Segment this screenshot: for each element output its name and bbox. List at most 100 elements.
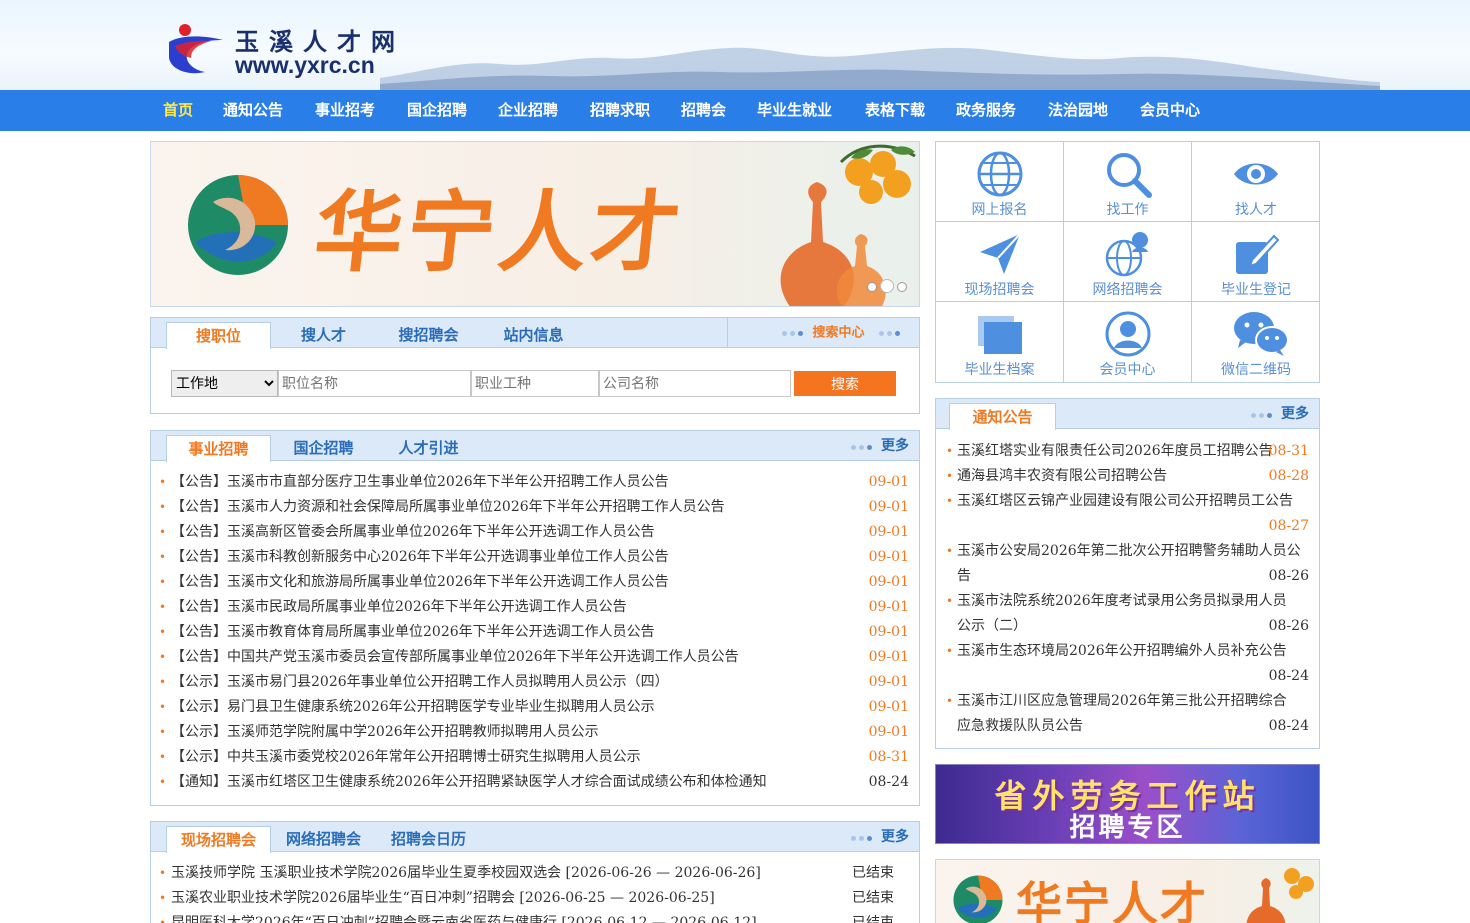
quick-label: 毕业生档案 <box>964 362 1035 378</box>
nav-gov-services[interactable]: 政务服务 <box>956 90 1016 131</box>
notice-item[interactable]: • 玉溪市法院系统2026年度考试录用公务员拟录用人员公示（二） 08-26 <box>946 589 1309 639</box>
tab-search-site[interactable]: 站内信息 <box>481 322 586 348</box>
tab-search-fairs[interactable]: 搜招聘会 <box>376 322 481 348</box>
quick-member-center[interactable]: 会员中心 <box>1064 302 1192 382</box>
quick-find-job[interactable]: 找工作 <box>1064 142 1192 222</box>
carousel-dot-active[interactable] <box>881 280 893 292</box>
quick-graduate-register[interactable]: 毕业生登记 <box>1192 222 1320 302</box>
nav-public-exams[interactable]: 事业招考 <box>315 90 375 131</box>
list-item[interactable]: • 【公告】玉溪高新区管委会所属事业单位2026年下半年公开选调工作人员公告 09-… <box>159 520 909 545</box>
search-center-label: 搜索中心 <box>812 325 865 341</box>
tab-onsite-fairs[interactable]: 现场招聘会 <box>166 826 271 853</box>
list-item[interactable]: • 【公告】玉溪市科教创新服务中心2026年下半年公开选调事业单位工作人员公告 09… <box>159 545 909 570</box>
tab-fair-calendar[interactable]: 招聘会日历 <box>376 826 481 852</box>
notice-item[interactable]: • 玉溪市生态环境局2026年公开招聘编外人员补充公告 08-24 <box>946 639 1309 689</box>
list-item[interactable]: • 【公示】玉溪市易门县2026年事业单位公开招聘工作人员拟聘用人员公示（四） 09… <box>159 670 909 695</box>
search-center-link[interactable]: 搜索中心 <box>782 318 909 348</box>
quick-onsite-fair[interactable]: 现场招聘会 <box>936 222 1064 302</box>
list-item[interactable]: • 【公告】中国共产党玉溪市委员会宣传部所属事业单位2026年下半年公开选调工作人… <box>159 645 909 670</box>
quick-label: 会员中心 <box>1099 362 1156 378</box>
tab-online-fairs[interactable]: 网络招聘会 <box>271 826 376 852</box>
fair-more-link[interactable]: 更多 <box>851 822 909 852</box>
dots-decoration <box>1251 399 1275 429</box>
list-item[interactable]: • 【公告】玉溪市人力资源和社会保障局所属事业单位2026年下半年公开招聘工作人员… <box>159 495 909 520</box>
list-item[interactable]: • 【公告】玉溪市民政局所属事业单位2026年下半年公开选调工作人员公告 09-01 <box>159 595 909 620</box>
tab-public-recruit[interactable]: 事业招聘 <box>166 435 271 462</box>
tab-search-talent[interactable]: 搜人才 <box>271 322 376 348</box>
nav-home[interactable]: 首页 <box>163 90 193 131</box>
item-title: 【公示】中共玉溪市委党校2026年常年公开招聘博士研究生拟聘用人员公示 <box>171 749 641 765</box>
item-title: 【公告】中国共产党玉溪市委员会宣传部所属事业单位2026年下半年公开选调工作人员… <box>171 649 739 665</box>
item-date: 09-01 <box>868 599 909 615</box>
list-item[interactable]: • 【公告】玉溪市市直部分医疗卫生事业单位2026年下半年公开招聘工作人员公告 09… <box>159 470 909 495</box>
bullet-icon: • <box>946 544 954 558</box>
nav-job-fairs[interactable]: 招聘会 <box>681 90 726 131</box>
job-name-input[interactable] <box>278 370 471 397</box>
notice-item[interactable]: • 玉溪市江川区应急管理局2026年第三批公开招聘综合应急救援队队员公告 08-24 <box>946 689 1309 739</box>
list-item[interactable]: • 玉溪农业职业技术学院2026届毕业生“百日冲刺”招聘会 [2026-06-25… <box>159 886 909 911</box>
recruit-more-link[interactable]: 更多 <box>851 431 909 461</box>
list-item[interactable]: • 【公示】中共玉溪市委党校2026年常年公开招聘博士研究生拟聘用人员公示 08-3… <box>159 745 909 770</box>
wechat-icon <box>1234 312 1289 356</box>
carousel-dot[interactable] <box>867 282 877 292</box>
notice-item[interactable]: • 通海县鸿丰农资有限公司招聘公告 08-28 <box>946 464 1309 489</box>
item-status: 已结束 <box>852 890 894 906</box>
dots-decoration <box>879 318 903 348</box>
notice-item[interactable]: • 玉溪市公安局2026年第二批次公开招聘警务辅助人员公告 08-26 <box>946 539 1309 589</box>
bullet-icon: • <box>159 600 167 614</box>
list-item[interactable]: • 【公告】玉溪市教育体育局所属事业单位2026年下半年公开选调工作人员公告 09-… <box>159 620 909 645</box>
nav-legal[interactable]: 法治园地 <box>1048 90 1108 131</box>
list-item[interactable]: • 【公示】易门县卫生健康系统2026年公开招聘医学专业毕业生拟聘用人员公示 09-… <box>159 695 909 720</box>
list-item[interactable]: • 昆明医科大学2026年“百日冲刺”招聘会暨云南省医药与健康行 [2026-06… <box>159 911 909 923</box>
recruit-tabs: 事业招聘 国企招聘 人才引进 更多 <box>151 431 919 462</box>
list-item[interactable]: • 玉溪技师学院 玉溪职业技术学院2026届毕业生夏季校园双选会 [2026-06… <box>159 861 909 886</box>
bullet-icon: • <box>159 625 167 639</box>
hero-banner[interactable]: 华宁人才 <box>150 141 920 307</box>
item-date: 09-01 <box>868 574 909 590</box>
bullet-icon: • <box>946 469 954 483</box>
nav-graduate-jobs[interactable]: 毕业生就业 <box>757 90 832 131</box>
item-title: 【公告】玉溪市科教创新服务中心2026年下半年公开选调事业单位工作人员公告 <box>171 549 669 565</box>
tab-soe-recruit[interactable]: 国企招聘 <box>271 435 376 461</box>
location-select[interactable]: 工作地 <box>171 370 278 397</box>
dots-decoration <box>851 822 875 852</box>
tab-search-jobs[interactable]: 搜职位 <box>166 322 271 349</box>
banner-title: 华宁人才 <box>309 181 689 284</box>
carousel-dot[interactable] <box>897 282 907 292</box>
bullet-icon: • <box>159 916 167 923</box>
notice-item[interactable]: • 玉溪红塔实业有限责任公司2026年度员工招聘公告 08-31 <box>946 439 1309 464</box>
company-name-input[interactable] <box>599 370 791 397</box>
item-title: 昆明医科大学2026年“百日冲刺”招聘会暨云南省医药与健康行 [2026-06-… <box>171 915 757 923</box>
quick-online-apply[interactable]: 网上报名 <box>936 142 1064 222</box>
search-button[interactable]: 搜索 <box>794 371 896 396</box>
item-date: 09-01 <box>868 524 909 540</box>
quick-wechat-qr[interactable]: 微信二维码 <box>1192 302 1320 382</box>
dots-decoration <box>782 318 806 348</box>
job-type-input[interactable] <box>471 370 599 397</box>
tab-talent-intro[interactable]: 人才引进 <box>376 435 481 461</box>
nav-member-center[interactable]: 会员中心 <box>1140 90 1200 131</box>
site-logo[interactable]: 玉溪人才网 www.yxrc.cn <box>165 20 405 80</box>
labour-station-banner[interactable]: 省外劳务工作站 招聘专区 <box>935 764 1320 844</box>
notice-item[interactable]: • 玉溪红塔区云锦产业园建设有限公司公开招聘员工公告 08-27 <box>946 489 1309 539</box>
quick-label: 找工作 <box>1106 202 1149 218</box>
item-title: 【公示】易门县卫生健康系统2026年公开招聘医学专业毕业生拟聘用人员公示 <box>171 699 655 715</box>
item-date: 09-01 <box>868 549 909 565</box>
item-title: 玉溪技师学院 玉溪职业技术学院2026届毕业生夏季校园双选会 [2026-06-… <box>171 865 761 881</box>
notice-more-link[interactable]: 更多 <box>1251 399 1309 429</box>
list-item[interactable]: • 【公示】玉溪师范学院附属中学2026年公开招聘教师拟聘用人员公示 09-01 <box>159 720 909 745</box>
quick-graduate-archive[interactable]: 毕业生档案 <box>936 302 1064 382</box>
nav-forms[interactable]: 表格下载 <box>865 90 925 131</box>
huaning-talent-banner[interactable]: 华宁人才 <box>935 859 1320 923</box>
quick-find-talent[interactable]: 找人才 <box>1192 142 1320 222</box>
nav-company-recruit[interactable]: 企业招聘 <box>498 90 558 131</box>
tab-notices[interactable]: 通知公告 <box>949 403 1056 430</box>
bullet-icon: • <box>159 500 167 514</box>
nav-soe-recruit[interactable]: 国企招聘 <box>407 90 467 131</box>
bullet-icon: • <box>946 444 954 458</box>
list-item[interactable]: • 【公告】玉溪市文化和旅游局所属事业单位2026年下半年公开选调工作人员公告 09… <box>159 570 909 595</box>
nav-job-seeking[interactable]: 招聘求职 <box>590 90 650 131</box>
list-item[interactable]: • 【通知】玉溪市红塔区卫生健康系统2026年公开招聘紧缺医学人才综合面试成绩公布… <box>159 770 909 795</box>
quick-online-fair[interactable]: 网络招聘会 <box>1064 222 1192 302</box>
nav-notices[interactable]: 通知公告 <box>223 90 283 131</box>
